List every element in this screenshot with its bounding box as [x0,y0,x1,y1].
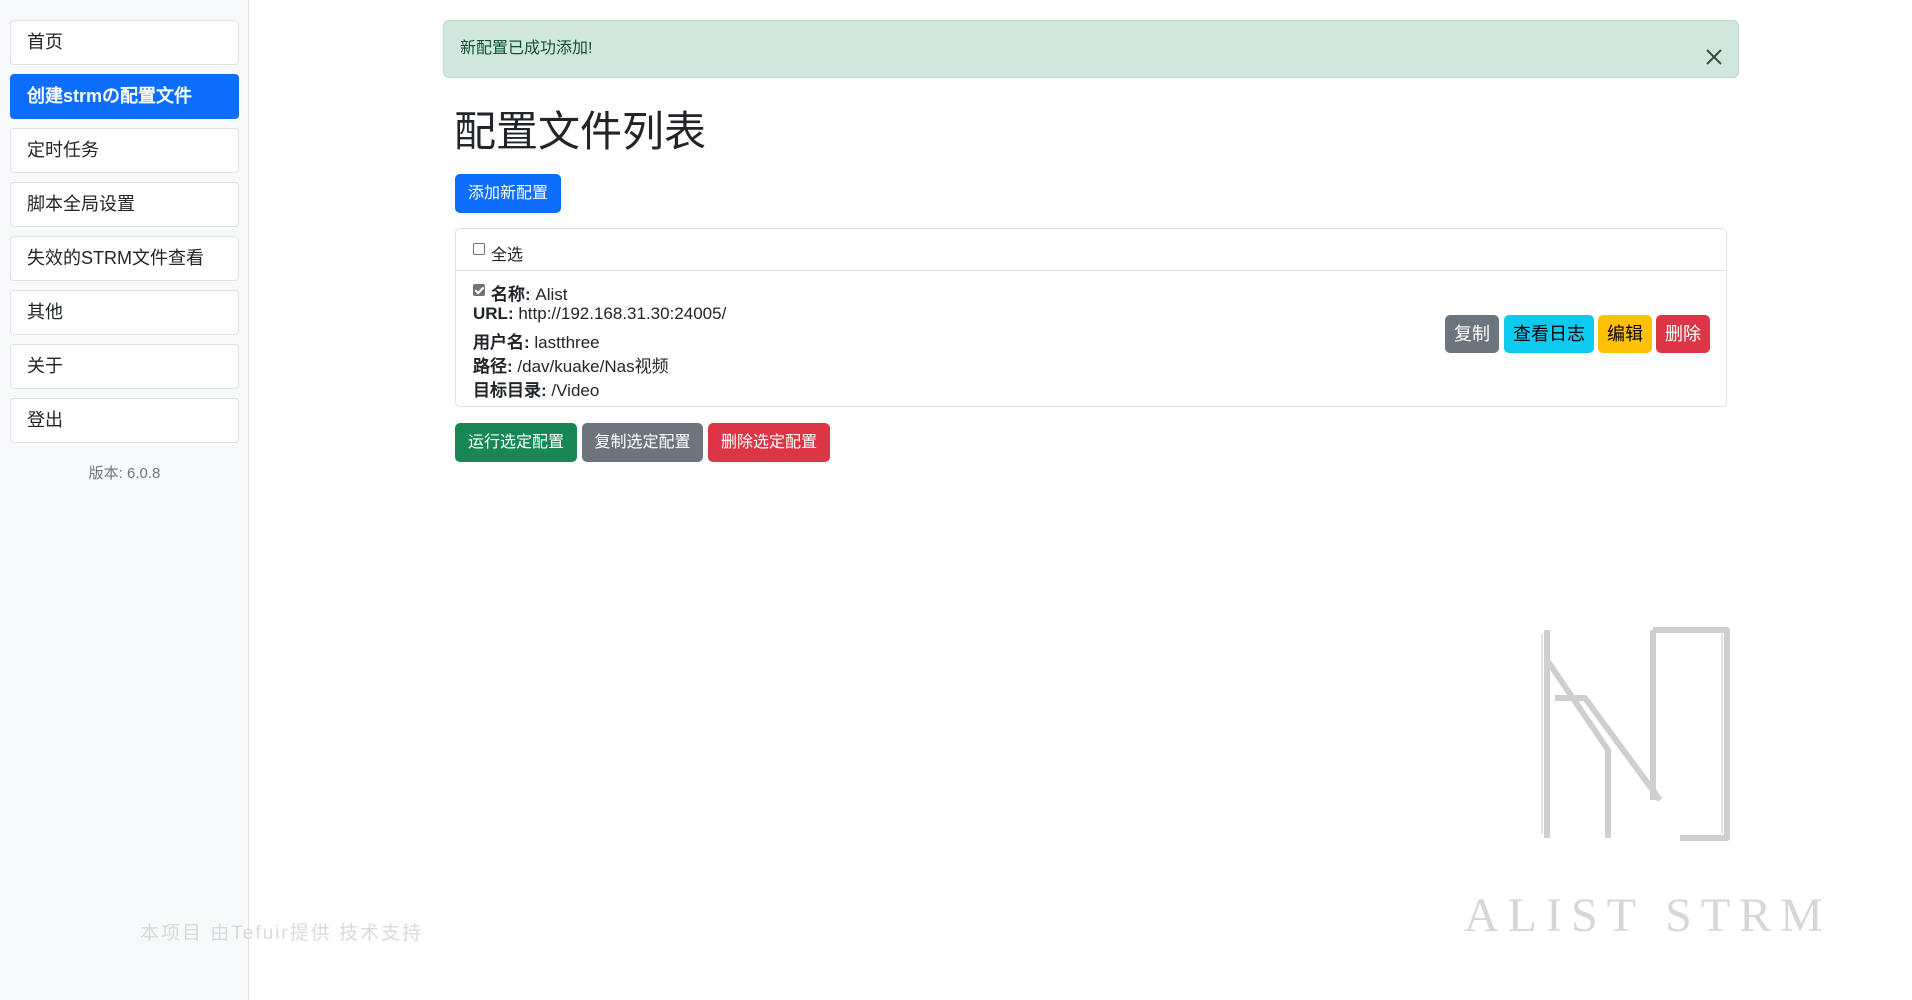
sidebar-item-global-settings[interactable]: 脚本全局设置 [10,182,239,227]
name-label: 名称: [491,285,531,304]
sidebar-item-invalid-strm[interactable]: 失效的STRM文件查看 [10,236,239,281]
view-logs-button[interactable]: 查看日志 [1504,315,1594,353]
run-selected-button[interactable]: 运行选定配置 [455,423,577,462]
config-path: 路径: /dav/kuake/Nas视频 [473,352,669,377]
close-icon[interactable] [1702,37,1726,65]
delete-config-button[interactable]: 删除 [1656,315,1710,353]
sidebar-item-about[interactable]: 关于 [10,344,239,389]
sidebar-item-logout[interactable]: 登出 [10,398,239,443]
url-value: http://192.168.31.30:24005/ [518,304,727,323]
select-all-row: 全选 [456,229,1726,271]
select-all-checkbox[interactable] [473,243,485,255]
user-label: 用户名: [473,333,530,352]
sidebar: 首页 创建strmの配置文件 定时任务 脚本全局设置 失效的STRM文件查看 其… [0,0,249,1000]
path-label: 路径: [473,357,513,376]
url-label: URL: [473,304,514,323]
sidebar-item-scheduled-tasks[interactable]: 定时任务 [10,128,239,173]
select-all-label: 全选 [491,247,524,264]
page-title: 配置文件列表 [454,108,707,155]
add-config-button[interactable]: 添加新配置 [455,174,561,213]
config-url: URL: http://192.168.31.30:24005/ [473,304,726,324]
version-label: 版本: 6.0.8 [88,465,161,482]
logo-text: ALIST STRM [1464,889,1832,942]
sidebar-item-create-strm-config[interactable]: 创建strmの配置文件 [10,74,239,119]
config-checkbox[interactable] [473,284,485,296]
edit-config-button[interactable]: 编辑 [1598,315,1652,353]
path-value: /dav/kuake/Nas视频 [517,357,669,376]
target-label: 目标目录: [473,381,547,400]
name-value: Alist [535,285,568,304]
copy-config-button[interactable]: 复制 [1445,315,1499,353]
user-value: lastthree [534,333,600,352]
sidebar-item-other[interactable]: 其他 [10,290,239,335]
config-name: 名称: Alist [491,280,568,305]
target-value: /Video [551,381,600,400]
success-alert: 新配置已成功添加! [443,20,1739,78]
sidebar-item-home[interactable]: 首页 [10,20,239,65]
alert-message: 新配置已成功添加! [460,40,593,57]
config-user: 用户名: lastthree [473,328,600,353]
copy-selected-button[interactable]: 复制选定配置 [582,423,703,462]
credit-text: 本项目 由Tefuir提供 技术支持 [140,923,424,944]
delete-selected-button[interactable]: 删除选定配置 [708,423,830,462]
config-list-card: 全选 名称: Alist URL: http://192.168.31.30:2… [455,228,1727,407]
config-target: 目标目录: /Video [473,376,599,401]
